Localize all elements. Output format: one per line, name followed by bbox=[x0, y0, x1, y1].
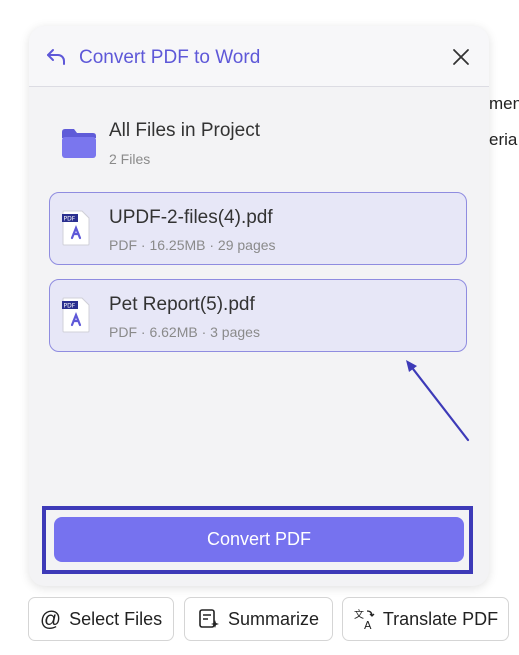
background-text-line-2: eria bbox=[489, 130, 518, 149]
summarize-label: Summarize bbox=[227, 608, 320, 629]
summarize-button[interactable]: Summarize bbox=[184, 597, 333, 641]
at-icon: @ bbox=[39, 607, 62, 631]
summarize-icon bbox=[199, 609, 219, 628]
panel-title: Convert PDF to Word bbox=[79, 47, 261, 68]
annotation-arrow-icon bbox=[406, 360, 470, 442]
file-meta: PDF · 16.25MB · 29 pages bbox=[109, 237, 276, 253]
panel-header: Convert PDF to Word bbox=[29, 26, 489, 87]
pdf-file-icon: PDF bbox=[62, 297, 90, 333]
svg-text:A: A bbox=[364, 619, 372, 630]
background-text-line-1: men bbox=[489, 94, 519, 113]
project-title: All Files in Project bbox=[109, 120, 260, 141]
convert-pdf-button[interactable]: Convert PDF bbox=[54, 517, 464, 562]
translate-pdf-label: Translate PDF bbox=[382, 608, 499, 629]
file-meta: PDF · 6.62MB · 3 pages bbox=[109, 324, 260, 340]
translate-pdf-button[interactable]: 文 A Translate PDF bbox=[342, 597, 509, 641]
file-card[interactable]: PDF UPDF-2-files(4).pdf PDF · 16.25MB · … bbox=[49, 192, 467, 265]
svg-text:PDF: PDF bbox=[64, 216, 76, 223]
svg-text:文: 文 bbox=[354, 608, 364, 621]
folder-icon bbox=[62, 129, 96, 158]
select-files-button[interactable]: @ Select Files bbox=[28, 597, 174, 641]
file-card[interactable]: PDF Pet Report(5).pdf PDF · 6.62MB · 3 p… bbox=[49, 279, 467, 352]
file-name: UPDF-2-files(4).pdf bbox=[109, 207, 273, 228]
file-name: Pet Report(5).pdf bbox=[109, 294, 255, 315]
select-files-label: Select Files bbox=[69, 608, 163, 629]
back-arrow-icon[interactable] bbox=[45, 46, 67, 68]
project-files-row[interactable]: All Files in Project 2 Files bbox=[49, 112, 469, 172]
svg-text:PDF: PDF bbox=[64, 303, 76, 310]
pdf-file-icon: PDF bbox=[62, 210, 90, 246]
project-file-count: 2 Files bbox=[109, 151, 151, 167]
translate-icon: 文 A bbox=[354, 608, 375, 630]
convert-panel: Convert PDF to Word All Files in Project… bbox=[29, 26, 489, 586]
close-icon[interactable] bbox=[452, 48, 470, 66]
